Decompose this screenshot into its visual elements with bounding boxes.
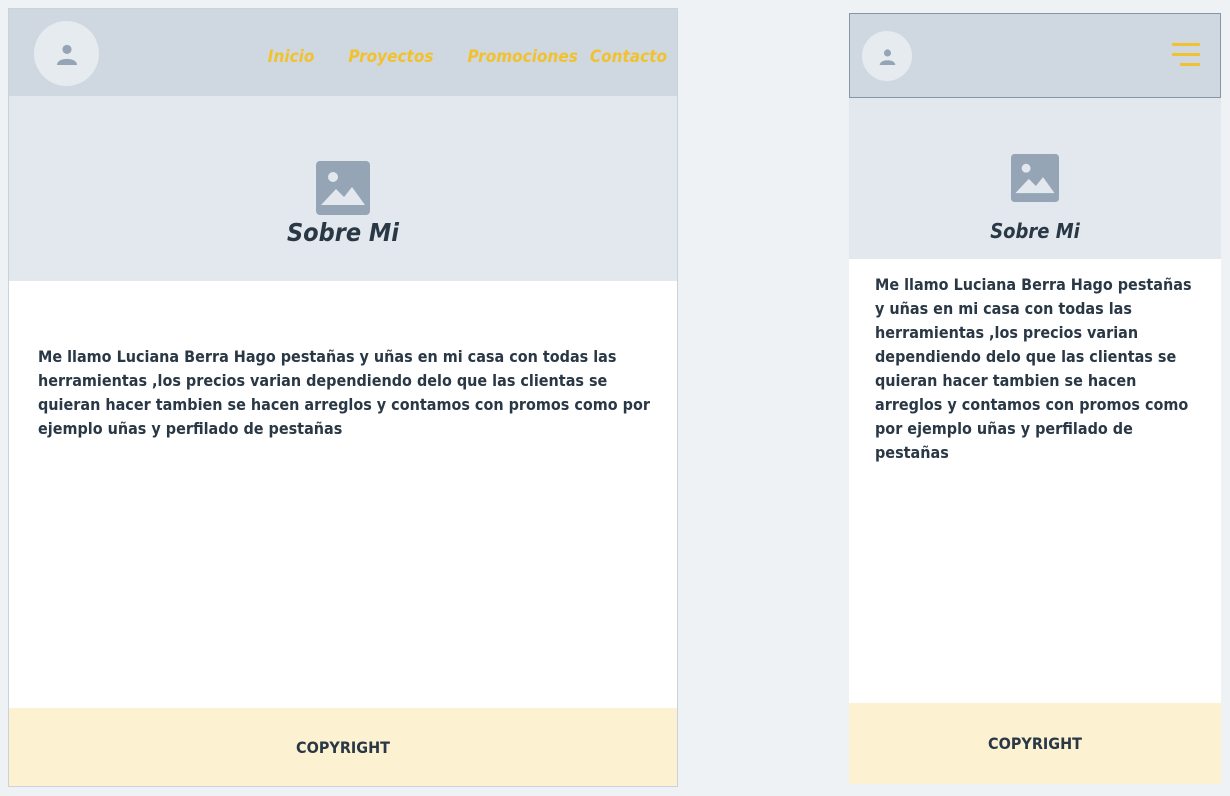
- image-placeholder-icon: [316, 161, 370, 215]
- main-nav: Inicio Proyectos Promociones Contacto: [268, 47, 667, 67]
- nav-link-inicio[interactable]: Inicio: [268, 47, 315, 67]
- avatar[interactable]: [862, 31, 912, 81]
- nav-link-contacto[interactable]: Contacto: [590, 47, 667, 67]
- user-icon: [879, 48, 895, 65]
- hero-section: Sobre Mi: [849, 98, 1221, 259]
- mobile-frame: Sobre Mi Me llamo Luciana Berra Hago pes…: [849, 13, 1221, 784]
- footer: COPYRIGHT: [849, 703, 1221, 784]
- image-placeholder-icon: [1011, 154, 1059, 202]
- page-title: Sobre Mi: [286, 218, 400, 247]
- nav-link-proyectos[interactable]: Proyectos: [348, 47, 433, 67]
- desktop-frame: Inicio Proyectos Promociones Contacto So…: [8, 8, 678, 787]
- desktop-header: Inicio Proyectos Promociones Contacto: [9, 9, 677, 96]
- user-icon: [56, 44, 77, 65]
- about-text: Me llamo Luciana Berra Hago pestañas y u…: [875, 275, 1192, 462]
- copyright-text: COPYRIGHT: [296, 737, 390, 757]
- avatar[interactable]: [34, 21, 99, 86]
- page-title: Sobre Mi: [990, 219, 1080, 243]
- nav-link-promociones[interactable]: Promociones: [467, 47, 577, 67]
- copyright-text: COPYRIGHT: [988, 734, 1082, 753]
- about-text: Me llamo Luciana Berra Hago pestañas y u…: [38, 347, 650, 438]
- hero-section: Sobre Mi: [9, 96, 677, 281]
- footer: COPYRIGHT: [9, 708, 677, 786]
- hamburger-menu-icon[interactable]: [1170, 41, 1200, 71]
- mobile-header: [849, 13, 1221, 98]
